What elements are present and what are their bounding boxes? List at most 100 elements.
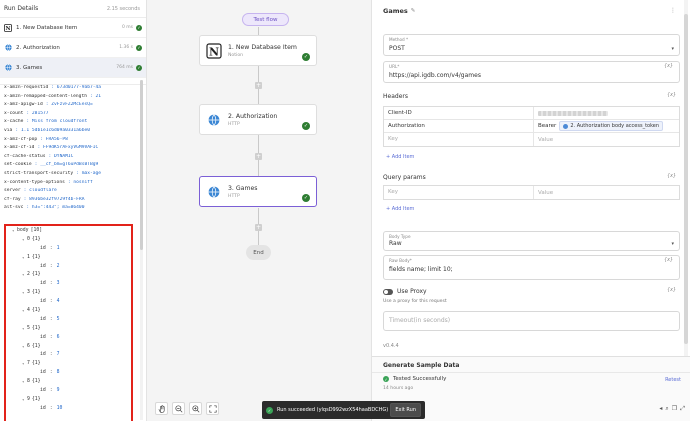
test-flow-button[interactable]: Test flow xyxy=(242,13,289,26)
hand-tool-icon[interactable] xyxy=(155,402,168,415)
timeout-placeholder: Timeout(in seconds) xyxy=(389,317,451,324)
run-step-authorization[interactable]: 2. Authorization 1.36 s ✓ xyxy=(0,38,146,58)
test-status: ✓ Tested Successfully xyxy=(383,376,446,382)
tree-field: id xyxy=(40,352,46,358)
header-key-input[interactable]: Authorization xyxy=(384,120,534,132)
settings-scrollbar[interactable] xyxy=(684,0,688,360)
run-step-name: 3. Games xyxy=(16,64,43,71)
tree-node[interactable]: ▾ 8 {1} xyxy=(6,377,131,386)
header-output-value: : 281577 xyxy=(26,110,49,116)
url-field[interactable]: URL* {x} https://api.igdb.com/v4/games xyxy=(383,61,680,83)
chevron-down-icon: ▾ xyxy=(671,46,674,52)
pencil-icon[interactable]: ✎ xyxy=(411,8,416,14)
query-value-input[interactable]: Value xyxy=(534,186,679,199)
settings-scrollbar-thumb[interactable] xyxy=(684,14,688,344)
tree-node[interactable]: ▾ body [10] xyxy=(6,226,131,235)
flow-node-games[interactable]: 3. Games HTTP ✓ xyxy=(199,176,317,207)
search-icon[interactable]: ⌕ xyxy=(665,405,668,413)
header-output-value: : h3=":443"; ma=86400 xyxy=(26,205,85,211)
query-key-input[interactable]: Key xyxy=(384,186,534,199)
retest-button[interactable]: Retest xyxy=(665,377,681,383)
tree-leaf: id:1 xyxy=(6,244,131,253)
tree-index: 6 xyxy=(27,343,30,349)
header-key-input[interactable]: Key xyxy=(384,133,534,146)
run-status-toast: ✓ Run succeeded (ylqsD992wzX54haaBDCHG) … xyxy=(262,401,425,419)
expand-icon[interactable]: ⤢ xyxy=(680,405,685,413)
tree-node[interactable]: ▾ 3 {1} xyxy=(6,288,131,297)
method-select[interactable]: Method * POST ▾ xyxy=(383,34,680,56)
tree-index: 2 xyxy=(27,272,30,278)
flow-node-authorization[interactable]: 2. Authorization HTTP ✓ xyxy=(199,104,317,135)
tree-leaf: id:4 xyxy=(6,297,131,306)
proxy-fx-button[interactable]: {x} xyxy=(667,288,676,293)
response-headers-output: x-amzn-requestid: 673d0177-9ab7-4a x-amzn… xyxy=(0,85,140,214)
fx-insert-data-button[interactable]: {x} xyxy=(664,258,673,263)
url-label: URL* xyxy=(389,64,400,69)
add-step-button[interactable]: + xyxy=(255,224,262,231)
use-proxy-toggle[interactable] xyxy=(383,288,393,295)
headers-add-item-button[interactable]: + Add Item xyxy=(386,154,414,160)
header-output-line: x-content-type-options: nosniff xyxy=(0,180,140,189)
headers-fx-button[interactable]: {x} xyxy=(667,93,676,98)
query-fx-button[interactable]: {x} xyxy=(667,174,676,179)
run-step-new-database-item[interactable]: N 1. New Database Item 0 ms ✓ xyxy=(0,18,146,38)
tree-node[interactable]: ▾ 7 {1} xyxy=(6,359,131,368)
header-value-input[interactable]: Value xyxy=(534,133,679,146)
header-output-value: : __cf_bm=gT6uPdBsBTBg9 xyxy=(34,162,99,168)
tree-index: 5 xyxy=(27,325,30,331)
flow-node-new-database-item[interactable]: N 1. New Database Item Notion ✓ xyxy=(199,35,317,66)
fit-view-icon[interactable] xyxy=(206,402,219,415)
step-title: Games ✎ xyxy=(383,7,415,15)
bearer-prefix: Bearer xyxy=(538,123,557,129)
sample-data-actions: ◂ ⌕ ❐ ⤢ xyxy=(659,405,685,413)
output-scrollbar[interactable] xyxy=(140,80,143,420)
tree-value: 8 xyxy=(56,370,60,376)
raw-body-field[interactable]: Raw Body* {x} fields name; limit 10; xyxy=(383,255,680,280)
header-output-value: : 1.1 5db1e1c6d09a0331a6be0 xyxy=(15,127,90,133)
tree-node[interactable]: ▾ 0 {1} xyxy=(6,235,131,244)
zoom-in-icon[interactable] xyxy=(189,402,202,415)
raw-body-value: fields name; limit 10; xyxy=(389,266,453,273)
header-output-line: x-amz-cf-id: FF9dK5rAFxyVGM9VAFIC xyxy=(0,145,140,154)
header-value-input[interactable] xyxy=(534,107,679,119)
run-step-time: 1.36 s xyxy=(119,45,133,50)
flow-canvas[interactable]: Test flow N 1. New Database Item Notion … xyxy=(147,0,371,421)
globe-icon xyxy=(563,123,569,129)
zoom-out-icon[interactable] xyxy=(172,402,185,415)
header-key-input[interactable]: Client-ID xyxy=(384,107,534,119)
tree-node[interactable]: ▾ 6 {1} xyxy=(6,342,131,351)
add-step-button[interactable]: + xyxy=(255,82,262,89)
check-icon: ✓ xyxy=(302,194,310,202)
method-value: POST xyxy=(389,45,405,52)
timeout-field[interactable]: Timeout(in seconds) xyxy=(383,311,680,331)
output-scrollbar-thumb[interactable] xyxy=(140,80,143,250)
more-options-icon[interactable]: ⋮ xyxy=(670,7,680,14)
body-type-select[interactable]: Body Type Raw ▾ xyxy=(383,231,680,251)
fx-insert-data-button[interactable]: {x} xyxy=(664,64,673,69)
header-output-line: server: cloudflare xyxy=(0,188,140,197)
exit-run-button[interactable]: Exit Run xyxy=(390,403,421,417)
copy-icon[interactable]: ❐ xyxy=(672,405,677,413)
check-icon: ✓ xyxy=(136,24,142,31)
run-step-games[interactable]: 3. Games 764 ms ✓ xyxy=(0,58,146,78)
header-output-value: : max-age xyxy=(76,170,102,176)
tree-node[interactable]: ▾ 9 {1} xyxy=(6,395,131,404)
data-reference-chip[interactable]: 2. Authorization body access_token xyxy=(559,121,664,131)
header-value-input[interactable]: Bearer 2. Authorization body access_toke… xyxy=(534,120,679,132)
tree-node[interactable]: ▾ 2 {1} xyxy=(6,270,131,279)
query-add-item-button[interactable]: + Add Item xyxy=(386,206,414,212)
tree-index: 9 xyxy=(27,396,30,402)
tree-value: 1 xyxy=(56,245,60,251)
header-output-key: x-count xyxy=(4,110,24,116)
header-output-value: : ZvFzvFZ2McEesQ= xyxy=(45,102,93,108)
tree-node[interactable]: ▾ 5 {1} xyxy=(6,324,131,333)
pin-icon[interactable]: ◂ xyxy=(659,405,662,413)
tree-node[interactable]: ▾ 4 {1} xyxy=(6,306,131,315)
tree-leaf: id:7 xyxy=(6,350,131,359)
tree-index: 0 xyxy=(27,236,30,242)
tree-value: 2 xyxy=(56,263,60,269)
header-output-value: : DYNAMIC xyxy=(48,153,74,159)
tree-count: [10] xyxy=(30,227,43,233)
add-step-button[interactable]: + xyxy=(255,153,262,160)
tree-node[interactable]: ▾ 1 {1} xyxy=(6,253,131,262)
